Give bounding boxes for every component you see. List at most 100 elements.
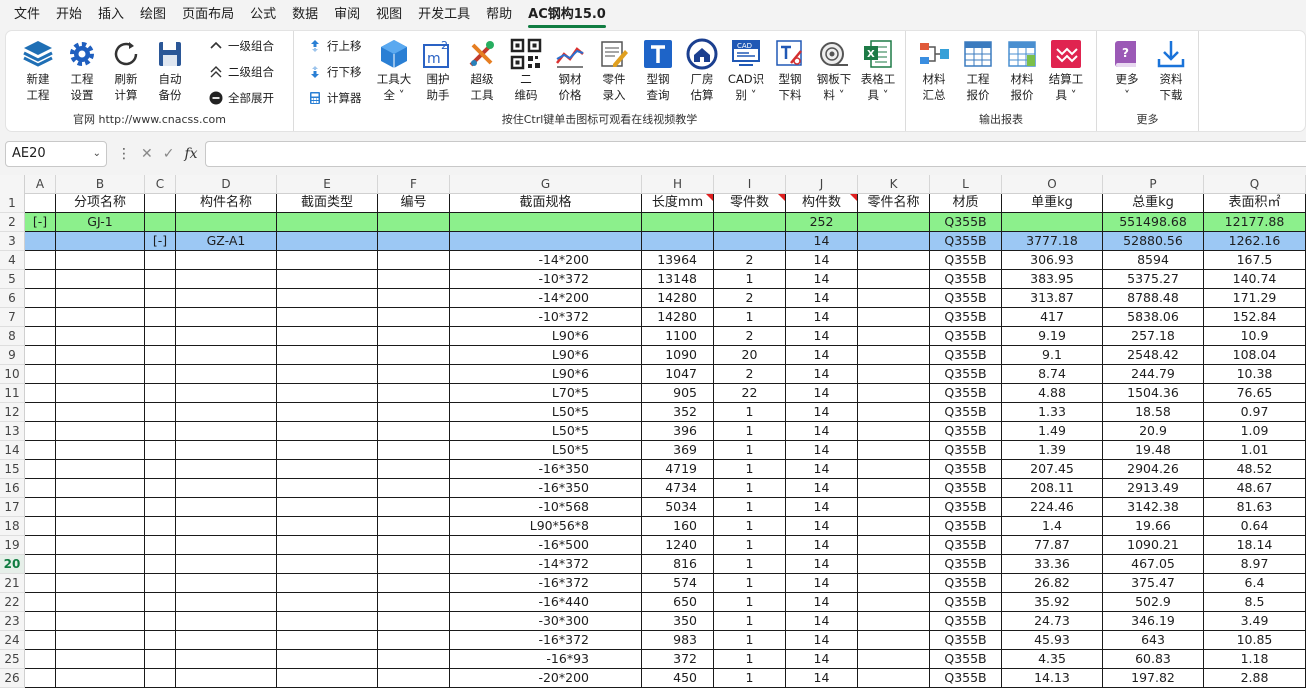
cell[interactable] xyxy=(277,669,378,688)
cell[interactable]: L50*5 xyxy=(450,422,642,441)
cell[interactable]: 14 xyxy=(786,460,858,479)
cell[interactable]: 5034 xyxy=(642,498,714,517)
cell[interactable] xyxy=(145,270,176,289)
cell[interactable]: 551498.68 xyxy=(1103,213,1204,232)
cell[interactable]: 8594 xyxy=(1103,251,1204,270)
cell[interactable] xyxy=(176,308,277,327)
menu-2[interactable]: 开始 xyxy=(48,0,90,30)
cell[interactable]: 905 xyxy=(642,384,714,403)
cell[interactable]: 1 xyxy=(714,536,786,555)
cell[interactable] xyxy=(56,555,145,574)
cell[interactable]: 13148 xyxy=(642,270,714,289)
cell[interactable]: 14 xyxy=(786,612,858,631)
cell[interactable]: -16*500 xyxy=(450,536,642,555)
cell[interactable]: 396 xyxy=(642,422,714,441)
cell[interactable] xyxy=(858,346,930,365)
cell[interactable]: Q355B xyxy=(930,213,1002,232)
cell[interactable] xyxy=(378,289,450,308)
cell[interactable]: 24.73 xyxy=(1002,612,1103,631)
cell[interactable]: Q355B xyxy=(930,536,1002,555)
row-header[interactable]: 8 xyxy=(0,327,25,346)
cell[interactable]: 零件名称 xyxy=(858,194,930,213)
chevron-down-icon[interactable]: ⌄ xyxy=(93,142,101,166)
cell[interactable]: 0.97 xyxy=(1204,403,1306,422)
cell[interactable]: 2 xyxy=(714,289,786,308)
cell[interactable] xyxy=(176,593,277,612)
cell[interactable] xyxy=(176,289,277,308)
cell[interactable] xyxy=(25,403,56,422)
row-down-button[interactable]: 行下移 xyxy=(308,61,362,83)
more-options-icon[interactable]: ⋮ xyxy=(117,146,131,162)
cell[interactable]: -16*350 xyxy=(450,460,642,479)
cell[interactable]: 19.48 xyxy=(1103,441,1204,460)
cell[interactable] xyxy=(858,631,930,650)
cell[interactable]: 4734 xyxy=(642,479,714,498)
cell[interactable] xyxy=(858,650,930,669)
name-box[interactable]: AE20 ⌄ xyxy=(5,141,107,167)
cell[interactable] xyxy=(25,460,56,479)
cell[interactable] xyxy=(25,669,56,688)
cell[interactable]: 1 xyxy=(714,517,786,536)
cell[interactable]: 35.92 xyxy=(1002,593,1103,612)
cell[interactable]: 14280 xyxy=(642,308,714,327)
cell[interactable] xyxy=(145,669,176,688)
menu-10[interactable]: 开发工具 xyxy=(410,0,478,30)
cell[interactable] xyxy=(176,422,277,441)
cell[interactable]: 14 xyxy=(786,384,858,403)
cell[interactable]: 分项名称 xyxy=(56,194,145,213)
cell[interactable] xyxy=(145,327,176,346)
cell[interactable] xyxy=(378,669,450,688)
cell[interactable] xyxy=(378,574,450,593)
cell[interactable]: GJ-1 xyxy=(56,213,145,232)
cell[interactable] xyxy=(176,612,277,631)
row-header[interactable]: 23 xyxy=(0,612,25,631)
column-header[interactable]: O xyxy=(1002,175,1103,194)
cell[interactable] xyxy=(277,555,378,574)
cell[interactable]: Q355B xyxy=(930,441,1002,460)
layers-button[interactable]: 新建 工程 xyxy=(16,35,60,103)
cell[interactable]: 167.5 xyxy=(1204,251,1306,270)
cell[interactable] xyxy=(56,289,145,308)
row-header[interactable]: 11 xyxy=(0,384,25,403)
cell[interactable] xyxy=(378,460,450,479)
cell[interactable]: 1504.36 xyxy=(1103,384,1204,403)
column-header[interactable]: F xyxy=(378,175,450,194)
cell[interactable]: 14 xyxy=(786,669,858,688)
cell[interactable]: 350 xyxy=(642,612,714,631)
table-button[interactable]: 工程 报价 xyxy=(956,35,1000,103)
cancel-icon[interactable]: ✕ xyxy=(141,146,153,162)
cell[interactable] xyxy=(25,327,56,346)
column-header[interactable]: L xyxy=(930,175,1002,194)
cell[interactable]: 207.45 xyxy=(1002,460,1103,479)
cell[interactable]: 160 xyxy=(642,517,714,536)
cell[interactable] xyxy=(858,384,930,403)
cell[interactable]: 10.38 xyxy=(1204,365,1306,384)
row-header[interactable]: 6 xyxy=(0,289,25,308)
cell[interactable] xyxy=(25,536,56,555)
cell[interactable] xyxy=(858,498,930,517)
cell[interactable] xyxy=(56,612,145,631)
cell[interactable]: 14 xyxy=(786,593,858,612)
cad-button[interactable]: CAD CAD识别 ˅ xyxy=(724,35,768,103)
column-header[interactable]: D xyxy=(176,175,277,194)
cell[interactable] xyxy=(642,213,714,232)
column-header[interactable]: A xyxy=(25,175,56,194)
cell[interactable]: 14 xyxy=(786,479,858,498)
cell[interactable]: 4719 xyxy=(642,460,714,479)
cell[interactable] xyxy=(378,308,450,327)
formula-input[interactable] xyxy=(205,141,1306,167)
cell[interactable] xyxy=(176,479,277,498)
column-header[interactable]: P xyxy=(1103,175,1204,194)
website-label[interactable]: 官网 http://www.cnacss.com xyxy=(6,111,293,127)
cell[interactable]: Q355B xyxy=(930,365,1002,384)
cell[interactable] xyxy=(56,574,145,593)
cell[interactable]: 截面类型 xyxy=(277,194,378,213)
cell[interactable]: [-] xyxy=(25,213,56,232)
cell[interactable] xyxy=(25,479,56,498)
cell[interactable]: -10*372 xyxy=(450,308,642,327)
cell[interactable] xyxy=(176,517,277,536)
cell[interactable] xyxy=(378,327,450,346)
cell[interactable] xyxy=(277,460,378,479)
cell[interactable] xyxy=(25,593,56,612)
cell[interactable] xyxy=(56,308,145,327)
